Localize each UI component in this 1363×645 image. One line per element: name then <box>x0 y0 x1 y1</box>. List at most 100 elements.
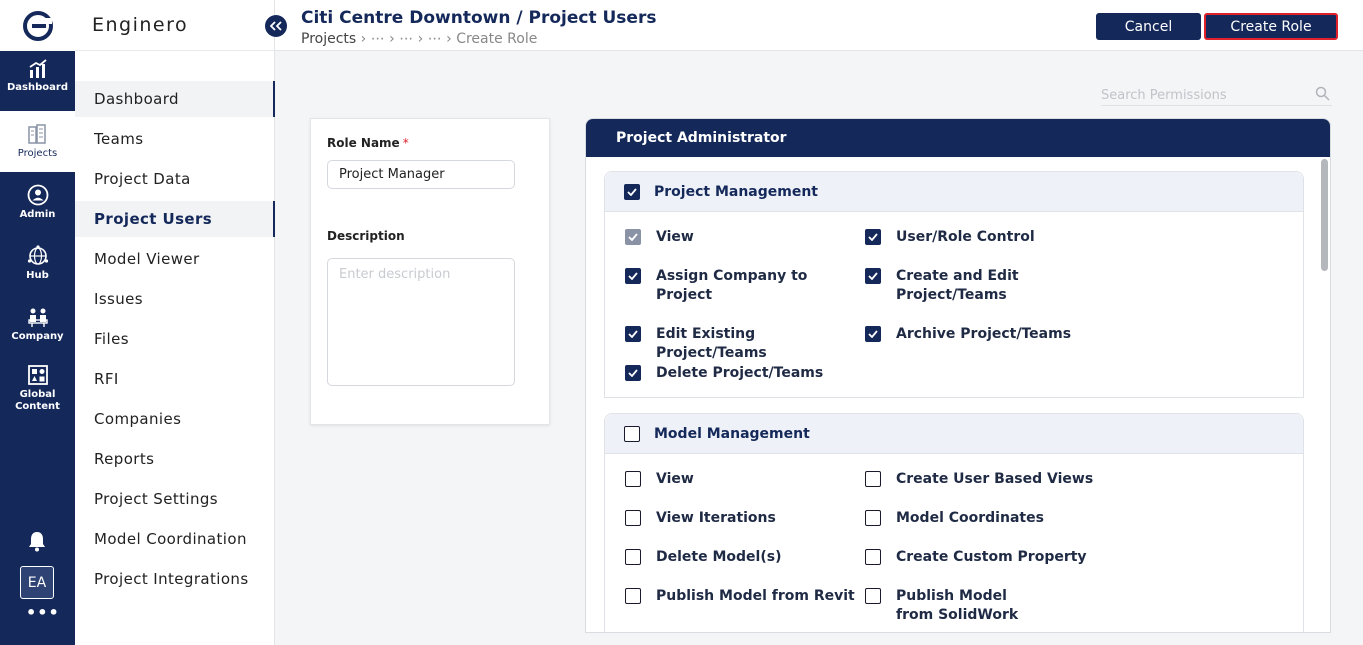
role-name-input[interactable] <box>327 160 515 189</box>
perm-item[interactable]: View <box>625 228 855 247</box>
perm-label: Create Custom Property <box>896 549 1087 565</box>
search-input[interactable] <box>1101 88 1301 103</box>
sidebar-item-model-coordination[interactable]: Model Coordination <box>75 521 275 557</box>
perm-item[interactable]: Delete Project/Teams <box>625 364 855 383</box>
perm-label: User/Role Control <box>896 229 1035 245</box>
perm-item[interactable]: Create User Based Views <box>865 470 1095 489</box>
checkbox-unchecked-icon[interactable] <box>865 588 881 604</box>
create-role-button[interactable]: Create Role <box>1204 13 1338 40</box>
role-details-card: Role Name* Description <box>310 118 550 425</box>
perm-item[interactable]: Archive Project/Teams <box>865 325 1095 344</box>
rail-item-admin[interactable]: Admin <box>0 172 75 233</box>
checkbox-checked-icon[interactable] <box>625 268 641 284</box>
required-asterisk: * <box>402 136 409 150</box>
company-people-icon <box>27 308 48 327</box>
rail-item-projects[interactable]: Projects <box>0 111 75 172</box>
perm-item[interactable]: Edit Existing Project/Teams <box>625 325 855 363</box>
perm-item[interactable]: Assign Company to Project <box>625 267 855 305</box>
checkbox-unchecked-icon[interactable] <box>624 425 640 442</box>
perm-label: Model Coordinates <box>896 510 1044 526</box>
sidebar-item-model-viewer[interactable]: Model Viewer <box>75 241 275 277</box>
sidebar-item-issues[interactable]: Issues <box>75 281 275 317</box>
sidebar-item-teams[interactable]: Teams <box>75 121 275 157</box>
perm-label: Publish Model from Revit <box>656 588 855 604</box>
checkbox-checked-icon[interactable] <box>625 326 641 342</box>
rail-item-global-content[interactable]: Global Content <box>0 355 75 421</box>
perm-label: View <box>656 471 694 487</box>
perm-item[interactable]: Create and Edit Project/Teams <box>865 267 1065 305</box>
enginero-logo-icon[interactable] <box>0 0 75 51</box>
avatar[interactable]: EA <box>20 566 54 599</box>
perm-item[interactable]: Publish Model from Revit <box>625 587 855 606</box>
group-header-model-management[interactable]: Model Management <box>605 414 1303 454</box>
checkbox-checked-icon[interactable] <box>625 365 641 381</box>
breadcrumb-collapsed[interactable]: › ⋯ › ⋯ › ⋯ › <box>356 31 456 47</box>
perm-item[interactable]: Delete Model(s) <box>625 548 855 567</box>
projects-buildings-icon <box>27 124 46 144</box>
perm-label: Archive Project/Teams <box>896 326 1072 342</box>
checkbox-checked-icon[interactable] <box>865 326 881 342</box>
perm-label: Publish Model from SolidWork <box>896 588 1019 623</box>
double-chevron-left-icon <box>270 21 282 31</box>
sidebar-item-project-settings[interactable]: Project Settings <box>75 481 275 517</box>
checkbox-unchecked-icon[interactable] <box>865 471 881 487</box>
breadcrumb-projects[interactable]: Projects <box>301 31 356 47</box>
sidebar-item-files[interactable]: Files <box>75 321 275 357</box>
sidebar-item-rfi[interactable]: RFI <box>75 361 275 397</box>
checkbox-unchecked-icon[interactable] <box>625 510 641 526</box>
rail-item-hub[interactable]: Hub <box>0 233 75 294</box>
checkbox-unchecked-icon[interactable] <box>865 549 881 565</box>
sidebar-item-reports[interactable]: Reports <box>75 441 275 477</box>
perm-label: Delete Project/Teams <box>656 365 824 381</box>
rail-item-dashboard[interactable]: Dashboard <box>0 46 75 107</box>
checkbox-unchecked-icon[interactable] <box>865 510 881 526</box>
more-options-icon[interactable]: ••• <box>26 603 60 622</box>
perm-label: View Iterations <box>656 510 776 526</box>
permissions-panel: Project Administrator Project Management… <box>585 118 1331 633</box>
perm-label: Edit Existing Project/Teams <box>656 326 767 361</box>
admin-user-icon <box>27 184 48 206</box>
permission-group-project-management: Project Management View User/Role Contro… <box>604 171 1304 398</box>
perm-item[interactable]: Create Custom Property <box>865 548 1095 567</box>
perm-item[interactable]: User/Role Control <box>865 228 1095 247</box>
rail-label-dashboard: Dashboard <box>7 82 68 93</box>
sidebar-item-project-users[interactable]: Project Users <box>75 201 275 237</box>
perm-label: Delete Model(s) <box>656 549 782 565</box>
description-textarea[interactable] <box>327 258 515 386</box>
checkbox-checked-icon[interactable] <box>865 268 881 284</box>
checkbox-unchecked-icon[interactable] <box>625 471 641 487</box>
checkbox-checked-icon[interactable] <box>865 229 881 245</box>
permission-group-model-management: Model Management View Create User Based … <box>604 413 1304 632</box>
rail-label-global-content: Global Content <box>15 388 60 412</box>
checkbox-disabled-checked-icon <box>625 229 641 245</box>
checkbox-unchecked-icon[interactable] <box>625 549 641 565</box>
checkbox-checked-icon[interactable] <box>624 183 640 200</box>
perm-item[interactable]: View Iterations <box>625 509 855 528</box>
rail-item-company[interactable]: Company <box>0 294 75 355</box>
perm-item[interactable]: Model Coordinates <box>865 509 1095 528</box>
sidebar-item-project-data[interactable]: Project Data <box>75 161 275 197</box>
page-title: Citi Centre Downtown / Project Users <box>301 8 657 28</box>
breadcrumb-current: Create Role <box>456 31 538 47</box>
group-header-project-management[interactable]: Project Management <box>605 172 1303 212</box>
perm-item[interactable]: Publish Model from SolidWork <box>865 587 1045 625</box>
icon-rail: Dashboard Projects Admin Hub Company Glo… <box>0 0 75 645</box>
collapse-sidebar-button[interactable] <box>265 15 287 37</box>
perm-label: Assign Company to Project <box>656 268 808 303</box>
rail-label-admin: Admin <box>19 209 56 220</box>
role-name-label: Role Name * <box>327 136 409 150</box>
perm-item[interactable]: View <box>625 470 855 489</box>
group-title: Project Management <box>654 183 818 200</box>
search-icon[interactable] <box>1315 86 1330 101</box>
search-permissions <box>1101 84 1332 106</box>
sidebar-item-companies[interactable]: Companies <box>75 401 275 437</box>
checkbox-unchecked-icon[interactable] <box>625 588 641 604</box>
page-header: Citi Centre Downtown / Project Users Pro… <box>275 0 1363 51</box>
panel-scrollbar[interactable] <box>1321 159 1328 271</box>
notification-bell-icon[interactable] <box>26 530 48 556</box>
sidebar-item-dashboard[interactable]: Dashboard <box>75 81 275 117</box>
sidebar-item-project-integrations[interactable]: Project Integrations <box>75 561 275 597</box>
cancel-button[interactable]: Cancel <box>1096 13 1201 40</box>
sidebar: Enginero Dashboard Teams Project Data Pr… <box>75 0 275 645</box>
perm-label: Create User Based Views <box>896 471 1094 487</box>
